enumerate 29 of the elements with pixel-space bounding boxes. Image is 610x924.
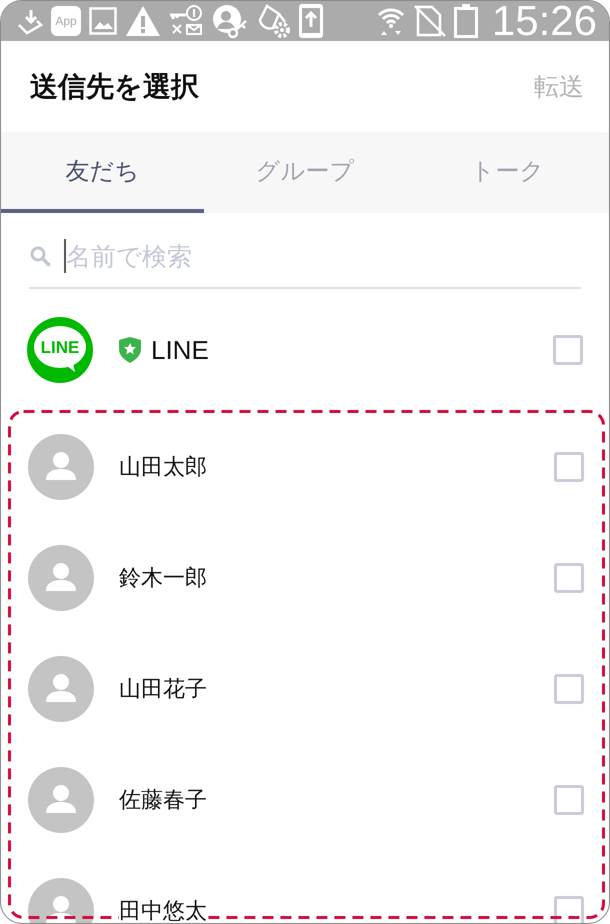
warning-icon: [125, 5, 161, 37]
upload-icon: [299, 4, 323, 38]
checkbox[interactable]: [554, 452, 584, 482]
sim-off-icon: [412, 5, 446, 37]
chat-bubble-logo: LINE: [27, 317, 93, 383]
clock-time: 15:26: [492, 1, 597, 41]
screen-title: 送信先を選択: [30, 68, 199, 104]
tab[interactable]: グループ: [204, 132, 406, 213]
search-field[interactable]: 名前で検索: [29, 225, 581, 289]
app-badge: App: [51, 6, 81, 36]
image-icon: [89, 7, 117, 35]
key-coin-icon: [169, 5, 203, 37]
checkbox[interactable]: [553, 335, 583, 365]
battery-icon: [454, 4, 478, 38]
person-avatar: [28, 434, 94, 500]
account-name: LINE: [151, 334, 209, 366]
checkbox[interactable]: [554, 784, 584, 814]
wifi-icon: [376, 6, 405, 36]
person-avatar: [28, 544, 94, 610]
tab[interactable]: 友だち: [1, 132, 204, 213]
search-icon: [30, 246, 51, 267]
tab[interactable]: トーク: [406, 132, 609, 213]
gear-tool-icon: [257, 4, 291, 38]
download-icon: [17, 8, 43, 34]
checkbox[interactable]: [554, 674, 584, 704]
checkbox[interactable]: [554, 896, 584, 923]
checkbox[interactable]: [554, 562, 584, 592]
person-avatar: [28, 656, 94, 722]
person-avatar: [28, 766, 94, 832]
